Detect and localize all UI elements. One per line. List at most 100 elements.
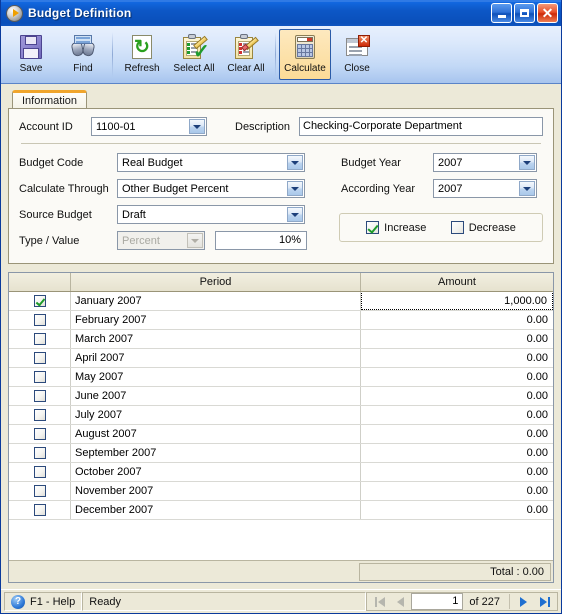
grid-cell-amount[interactable]: 0.00 bbox=[361, 368, 553, 386]
grid-row-checkbox[interactable] bbox=[33, 333, 46, 345]
budget-code-combobox[interactable]: Real Budget bbox=[117, 153, 305, 172]
grid-cell-amount[interactable]: 0.00 bbox=[361, 463, 553, 481]
close-window-button[interactable]: ✕ bbox=[537, 3, 558, 23]
checkbox-box[interactable] bbox=[366, 221, 380, 234]
grid-row-checkbox-cell[interactable] bbox=[9, 368, 71, 386]
grid-body: January 2007 1,000.00 February 2007 0.00 Mar… bbox=[9, 292, 553, 560]
value-amount: 10% bbox=[278, 234, 301, 246]
grid-row[interactable]: February 2007 0.00 bbox=[9, 311, 553, 330]
grid-cell-amount[interactable]: 0.00 bbox=[361, 482, 553, 500]
grid-row[interactable]: March 2007 0.00 bbox=[9, 330, 553, 349]
grid-row-checkbox-cell[interactable] bbox=[9, 349, 71, 367]
grid-cell-amount[interactable]: 0.00 bbox=[361, 330, 553, 348]
grid-row[interactable]: June 2007 0.00 bbox=[9, 387, 553, 406]
increase-checkbox[interactable]: Increase bbox=[366, 221, 426, 234]
type-combobox: Percent bbox=[117, 231, 205, 250]
grid-row[interactable]: May 2007 0.00 bbox=[9, 368, 553, 387]
title-bar[interactable]: Budget Definition ✕ bbox=[1, 0, 561, 26]
checkbox-box[interactable] bbox=[450, 221, 464, 234]
calculate-through-combobox[interactable]: Other Budget Percent bbox=[117, 179, 305, 198]
grid-row-checkbox[interactable] bbox=[33, 390, 46, 402]
grid-row[interactable]: October 2007 0.00 bbox=[9, 463, 553, 482]
account-id-combobox[interactable]: 1100-01 bbox=[91, 117, 207, 136]
grid-row-checkbox-cell[interactable] bbox=[9, 330, 71, 348]
help-hint[interactable]: ? F1 - Help bbox=[4, 592, 83, 611]
toolbar-button-clear-all[interactable]: Clear All bbox=[220, 29, 272, 80]
toolbar-button-refresh[interactable]: ↻ Refresh bbox=[116, 29, 168, 80]
help-label: F1 - Help bbox=[30, 595, 76, 608]
grid-row-checkbox-cell[interactable] bbox=[9, 425, 71, 443]
toolbar-button-close[interactable]: ✕ Close bbox=[331, 29, 383, 80]
toolbar-button-find[interactable]: Find bbox=[57, 29, 109, 80]
grid-cell-amount[interactable]: 0.00 bbox=[361, 444, 553, 462]
clipboard-check-icon: ✓ bbox=[180, 33, 210, 62]
chevron-down-icon[interactable] bbox=[287, 155, 303, 170]
chevron-down-icon[interactable] bbox=[287, 181, 303, 196]
grid-row-checkbox-cell[interactable] bbox=[9, 444, 71, 462]
grid-row[interactable]: July 2007 0.00 bbox=[9, 406, 553, 425]
grid-row-checkbox[interactable] bbox=[33, 409, 46, 421]
chevron-down-icon bbox=[187, 233, 203, 248]
toolbar-label-calculate: Calculate bbox=[284, 63, 326, 74]
grid-row[interactable]: January 2007 1,000.00 bbox=[9, 292, 553, 311]
budget-grid: Period Amount January 2007 1,000.00 Februa… bbox=[8, 272, 554, 583]
grid-cell-amount[interactable]: 1,000.00 bbox=[361, 292, 553, 310]
row-source-budget-inner: Source Budget Draft bbox=[19, 205, 307, 224]
decrease-checkbox[interactable]: Decrease bbox=[450, 221, 516, 234]
chevron-down-icon[interactable] bbox=[519, 181, 535, 196]
grid-row-checkbox[interactable] bbox=[33, 428, 46, 440]
grid-row-checkbox-cell[interactable] bbox=[9, 501, 71, 519]
last-record-button[interactable] bbox=[534, 593, 555, 610]
grid-row-checkbox[interactable] bbox=[33, 295, 46, 307]
grid-cell-amount[interactable]: 0.00 bbox=[361, 501, 553, 519]
grid-row-checkbox-cell[interactable] bbox=[9, 311, 71, 329]
grid-row-checkbox[interactable] bbox=[33, 485, 46, 497]
toolbar-button-save[interactable]: Save bbox=[5, 29, 57, 80]
value-input[interactable]: 10% bbox=[215, 231, 307, 250]
grid-row[interactable]: September 2007 0.00 bbox=[9, 444, 553, 463]
next-record-button[interactable] bbox=[513, 593, 534, 610]
grid-cell-amount[interactable]: 0.00 bbox=[361, 311, 553, 329]
grid-row-checkbox-cell[interactable] bbox=[9, 406, 71, 424]
minimize-button[interactable] bbox=[491, 3, 512, 23]
tab-information[interactable]: Information bbox=[12, 90, 88, 109]
grid-cell-amount[interactable]: 0.00 bbox=[361, 349, 553, 367]
grid-row-checkbox[interactable] bbox=[33, 352, 46, 364]
grid-cell-amount[interactable]: 0.00 bbox=[361, 387, 553, 405]
grid-row[interactable]: November 2007 0.00 bbox=[9, 482, 553, 501]
budget-year-combobox[interactable]: 2007 bbox=[433, 153, 537, 172]
grid-cell-period: June 2007 bbox=[71, 387, 361, 405]
grid-row[interactable]: April 2007 0.00 bbox=[9, 349, 553, 368]
grid-row-checkbox[interactable] bbox=[33, 504, 46, 516]
grid-row[interactable]: August 2007 0.00 bbox=[9, 425, 553, 444]
grid-row-checkbox-cell[interactable] bbox=[9, 463, 71, 481]
toolbar-button-select-all[interactable]: ✓ Select All bbox=[168, 29, 220, 80]
grid-row-checkbox[interactable] bbox=[33, 371, 46, 383]
grid-cell-amount[interactable]: 0.00 bbox=[361, 425, 553, 443]
grid-row-checkbox[interactable] bbox=[33, 314, 46, 326]
toolbar-label-select-all: Select All bbox=[173, 63, 215, 74]
grid-row-checkbox[interactable] bbox=[33, 447, 46, 459]
grid-cell-amount[interactable]: 0.00 bbox=[361, 406, 553, 424]
grid-row-checkbox-cell[interactable] bbox=[9, 292, 71, 310]
grid-cell-period: July 2007 bbox=[71, 406, 361, 424]
grid-row-checkbox[interactable] bbox=[33, 466, 46, 478]
maximize-button[interactable] bbox=[514, 3, 535, 23]
chevron-down-icon[interactable] bbox=[287, 207, 303, 222]
description-input[interactable]: Checking-Corporate Department bbox=[299, 117, 543, 136]
source-budget-combobox[interactable]: Draft bbox=[117, 205, 305, 224]
chevron-down-icon[interactable] bbox=[189, 119, 205, 134]
grid-row[interactable]: December 2007 0.00 bbox=[9, 501, 553, 520]
grid-row-checkbox-cell[interactable] bbox=[9, 387, 71, 405]
source-budget-value: Draft bbox=[122, 208, 146, 221]
record-number-input[interactable]: 1 bbox=[411, 593, 464, 610]
previous-record-button[interactable] bbox=[390, 593, 411, 610]
toolbar-button-calculate[interactable]: Calculate bbox=[279, 29, 331, 80]
nav-separator bbox=[509, 594, 510, 609]
grid-row-checkbox-cell[interactable] bbox=[9, 482, 71, 500]
according-year-combobox[interactable]: 2007 bbox=[433, 179, 537, 198]
chevron-down-icon[interactable] bbox=[519, 155, 535, 170]
toolbar: Save Find ↻ Refresh ✓ Select All Clear A… bbox=[1, 26, 561, 84]
form-panel: Account ID 1100-01 Description Checking-… bbox=[8, 108, 554, 264]
first-record-button[interactable] bbox=[369, 593, 390, 610]
